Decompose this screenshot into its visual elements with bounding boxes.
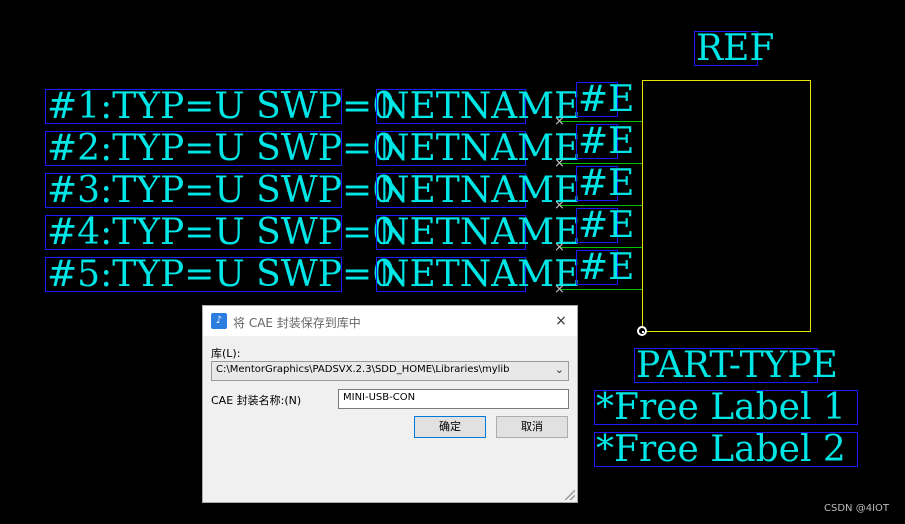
save-cae-decal-dialog: ♪ 将 CAE 封装保存到库中 × 库(L): C:\MentorGraphic… — [202, 305, 578, 503]
part-type-label[interactable]: PART-TYPE — [636, 348, 838, 384]
resize-grip-icon[interactable] — [565, 490, 575, 500]
app-icon: ♪ — [211, 313, 227, 329]
netname-text[interactable]: NETNAME — [378, 257, 580, 293]
pin-label[interactable]: #E — [578, 208, 634, 244]
library-label: 库(L): — [211, 347, 241, 360]
part-outline[interactable] — [642, 80, 811, 332]
dialog-title: 将 CAE 封装保存到库中 — [233, 316, 361, 330]
netname-text[interactable]: NETNAME — [378, 173, 580, 209]
pin-line[interactable] — [560, 289, 642, 290]
ok-button[interactable]: 确定 — [414, 416, 486, 438]
origin-marker-icon[interactable] — [637, 326, 647, 336]
cancel-button[interactable]: 取消 — [496, 416, 568, 438]
pin-end-x-icon[interactable]: × — [554, 241, 565, 254]
decal-name-input[interactable]: MINI-USB-CON — [338, 389, 569, 409]
pin-end-x-icon[interactable]: × — [554, 157, 565, 170]
library-select[interactable]: C:\MentorGraphics\PADSVX.2.3\SDD_HOME\Li… — [211, 361, 569, 381]
pin-label[interactable]: #E — [578, 124, 634, 160]
pin-end-x-icon[interactable]: × — [554, 283, 565, 296]
pin-end-x-icon[interactable]: × — [554, 115, 565, 128]
watermark: CSDN @4IOT — [824, 503, 889, 514]
pin-attribute-text[interactable]: #3:TYP=U SWP=0 — [47, 173, 395, 209]
pin-end-x-icon[interactable]: × — [554, 199, 565, 212]
netname-text[interactable]: NETNAME — [378, 131, 580, 167]
dialog-title-bar[interactable]: ♪ 将 CAE 封装保存到库中 × — [203, 306, 577, 336]
chevron-down-icon[interactable]: ⌄ — [555, 363, 564, 376]
pin-attribute-text[interactable]: #5:TYP=U SWP=0 — [47, 257, 395, 293]
pin-attribute-text[interactable]: #1:TYP=U SWP=0 — [47, 89, 395, 125]
netname-text[interactable]: NETNAME — [378, 215, 580, 251]
ref-label[interactable]: REF — [696, 31, 774, 67]
library-select-value: C:\MentorGraphics\PADSVX.2.3\SDD_HOME\Li… — [216, 364, 510, 375]
pin-attribute-text[interactable]: #4:TYP=U SWP=0 — [47, 215, 395, 251]
free-label-1[interactable]: *Free Label 1 — [596, 390, 846, 426]
pin-label[interactable]: #E — [578, 82, 634, 118]
pin-label[interactable]: #E — [578, 250, 634, 286]
pin-attribute-text[interactable]: #2:TYP=U SWP=0 — [47, 131, 395, 167]
free-label-2[interactable]: *Free Label 2 — [596, 432, 846, 468]
decal-name-label: CAE 封装名称:(N) — [211, 394, 302, 407]
pin-label[interactable]: #E — [578, 166, 634, 202]
netname-text[interactable]: NETNAME — [378, 89, 580, 125]
close-button[interactable]: × — [551, 311, 571, 331]
